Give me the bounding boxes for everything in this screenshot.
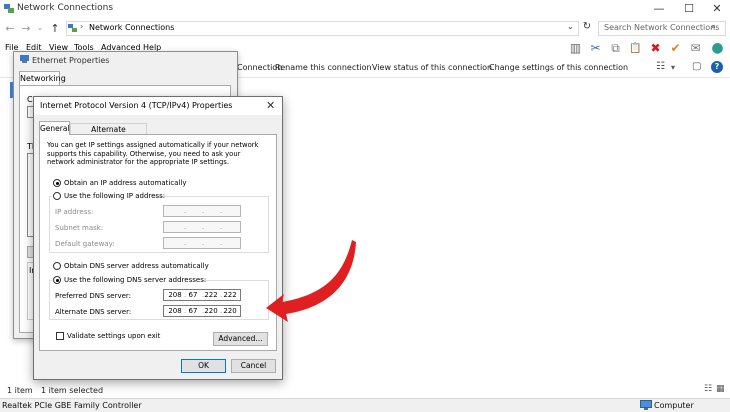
subnet-mask-label: Subnet mask: [55,224,104,232]
ethernet-icon [20,55,29,63]
obtain-ip-auto-radio[interactable] [53,179,61,187]
up-button[interactable]: ↑ [49,22,61,35]
help-icon[interactable]: ? [711,61,723,73]
checkmark-icon[interactable]: ✔ [668,41,683,56]
annotation-arrow-icon [266,240,356,322]
minimize-button[interactable]: — [652,2,666,16]
use-following-dns-radio[interactable] [53,276,61,284]
search-icon: ⌕ [711,22,717,32]
view-options-icon[interactable]: ☷ [656,61,665,72]
selected-connection-marker [10,82,13,98]
use-following-dns-label[interactable]: Use the following DNS server addresses: [64,276,206,284]
paste-icon[interactable]: 📋 [628,41,643,56]
alternate-dns-octet-1: 208 [168,307,182,315]
ip-address-label: IP address: [55,208,94,216]
obtain-dns-auto-label[interactable]: Obtain DNS server address automatically [64,262,209,270]
back-button[interactable]: ← [4,22,16,35]
refresh-button[interactable]: ↻ [580,21,594,36]
details-view-icon[interactable]: ☷ [704,384,712,394]
ip-address-field[interactable]: ... [163,205,241,217]
validate-checkbox[interactable] [56,332,64,340]
cut-icon[interactable]: ✂ [588,41,603,56]
use-following-ip-label[interactable]: Use the following IP address: [64,192,165,200]
preferred-dns-label: Preferred DNS server: [55,292,132,300]
ok-button[interactable]: OK [181,359,226,373]
use-following-ip-radio[interactable] [53,192,61,200]
ipv4-dialog-title: Internet Protocol Version 4 (TCP/IPv4) P… [40,101,233,110]
ipv4-close-button[interactable]: ✕ [266,99,275,112]
copy-icon[interactable]: ⧉ [608,41,623,56]
cancel-button[interactable]: Cancel [231,359,276,373]
item-count: 1 item [7,386,33,395]
mail-icon[interactable]: ✉ [688,41,703,56]
view-dropdown-icon[interactable]: ▾ [671,63,675,72]
computer-icon [640,400,652,410]
forward-button[interactable]: → [20,22,32,35]
recent-locations-button[interactable]: ⌄ [34,23,46,32]
command-change-settings[interactable]: Change settings of this connection [489,63,628,72]
tiles-view-icon[interactable]: ▦ [716,384,725,394]
obtain-ip-auto-label[interactable]: Obtain an IP address automatically [64,179,187,187]
chevron-right-icon: › [80,22,84,31]
tab-general[interactable]: General [39,121,70,135]
alternate-dns-octet-3: 220 [204,307,218,315]
window-title: Network Connections [17,3,114,13]
network-folder-icon [68,24,77,32]
computer-label: Computer [654,401,694,410]
close-button[interactable]: ✕ [710,2,724,16]
layout-icon[interactable]: ▥ [568,41,583,56]
preferred-dns-octet-1: 208 [168,291,182,299]
default-gateway-label: Default gateway: [55,240,115,248]
alternate-dns-field[interactable]: 208 . 67 . 220 . 220 [163,305,241,317]
ethernet-dialog-title: Ethernet Properties [32,56,110,65]
subnet-mask-field[interactable]: ... [163,221,241,233]
address-dropdown-button[interactable]: ⌄ [567,22,574,31]
delete-icon[interactable]: ✖ [648,41,663,56]
alternate-dns-octet-2: 67 [188,307,198,315]
command-rename-connection[interactable]: Rename this connection [275,63,372,72]
alternate-dns-octet-4: 220 [223,307,237,315]
preferred-dns-octet-4: 222 [223,291,237,299]
default-gateway-field[interactable]: ... [163,237,241,249]
preferred-dns-octet-3: 222 [204,291,218,299]
obtain-dns-auto-radio[interactable] [53,262,61,270]
network-connections-icon [4,4,14,13]
address-path[interactable]: Network Connections [89,23,174,32]
advanced-button[interactable]: Advanced... [213,332,268,346]
command-view-status[interactable]: View status of this connection [372,63,492,72]
alternate-dns-label: Alternate DNS server: [55,308,132,316]
search-placeholder: Search Network Connections [604,23,720,32]
globe-icon[interactable]: ● [710,41,725,56]
preview-pane-icon[interactable]: ▢ [692,61,701,72]
maximize-button[interactable]: ☐ [682,2,696,16]
preferred-dns-field[interactable]: 208 . 67 . 222 . 222 [163,289,241,301]
adapter-name: Realtek PCIe GBE Family Controller [2,401,142,410]
tab-networking[interactable]: Networking [19,71,66,85]
intro-text: You can get IP settings assigned automat… [47,141,259,166]
preferred-dns-octet-2: 67 [188,291,198,299]
validate-label[interactable]: Validate settings upon exit [67,332,160,340]
selection-count: 1 item selected [41,386,104,395]
